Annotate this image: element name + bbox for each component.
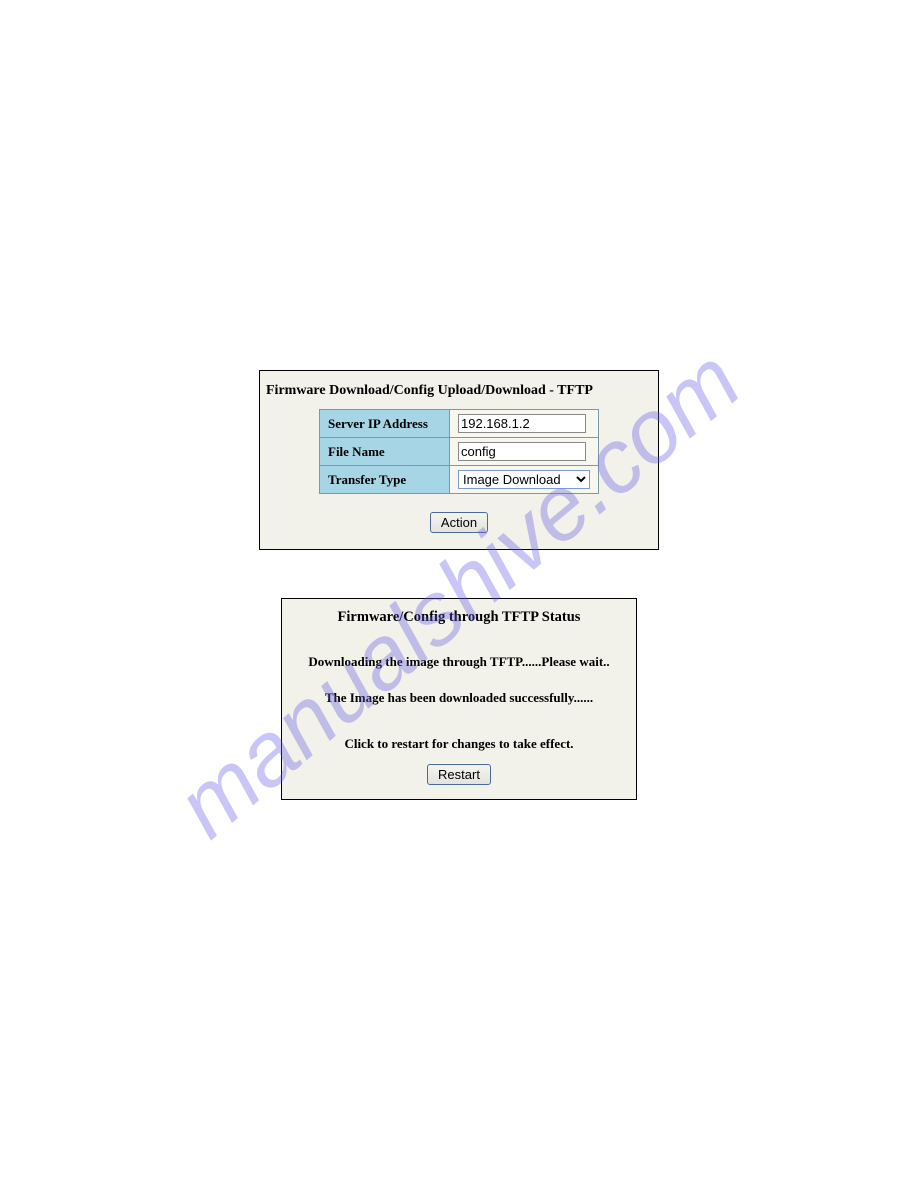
transfer-type-label: Transfer Type bbox=[320, 466, 450, 494]
server-ip-input[interactable] bbox=[458, 414, 586, 433]
file-name-cell bbox=[450, 438, 599, 466]
tftp-panel-title: Firmware Download/Config Upload/Download… bbox=[260, 379, 658, 409]
tftp-status-panel: Firmware/Config through TFTP Status Down… bbox=[281, 598, 637, 800]
server-ip-cell bbox=[450, 410, 599, 438]
page-content: Firmware Download/Config Upload/Download… bbox=[0, 0, 918, 800]
restart-button[interactable]: Restart bbox=[427, 764, 491, 785]
status-downloading: Downloading the image through TFTP......… bbox=[288, 654, 630, 670]
row-transfer-type: Transfer Type Image Download bbox=[320, 466, 599, 494]
status-success: The Image has been downloaded successful… bbox=[288, 690, 630, 706]
restart-hint: Click to restart for changes to take eff… bbox=[288, 736, 630, 752]
row-file-name: File Name bbox=[320, 438, 599, 466]
tftp-form-table: Server IP Address File Name Transfer Typ… bbox=[319, 409, 599, 494]
transfer-type-select[interactable]: Image Download bbox=[458, 470, 590, 489]
file-name-label: File Name bbox=[320, 438, 450, 466]
status-panel-title: Firmware/Config through TFTP Status bbox=[288, 609, 630, 626]
action-button[interactable]: Action bbox=[430, 512, 488, 533]
action-row: Action bbox=[260, 512, 658, 533]
file-name-input[interactable] bbox=[458, 442, 586, 461]
transfer-type-cell: Image Download bbox=[450, 466, 599, 494]
row-server-ip: Server IP Address bbox=[320, 410, 599, 438]
server-ip-label: Server IP Address bbox=[320, 410, 450, 438]
tftp-config-panel: Firmware Download/Config Upload/Download… bbox=[259, 370, 659, 550]
